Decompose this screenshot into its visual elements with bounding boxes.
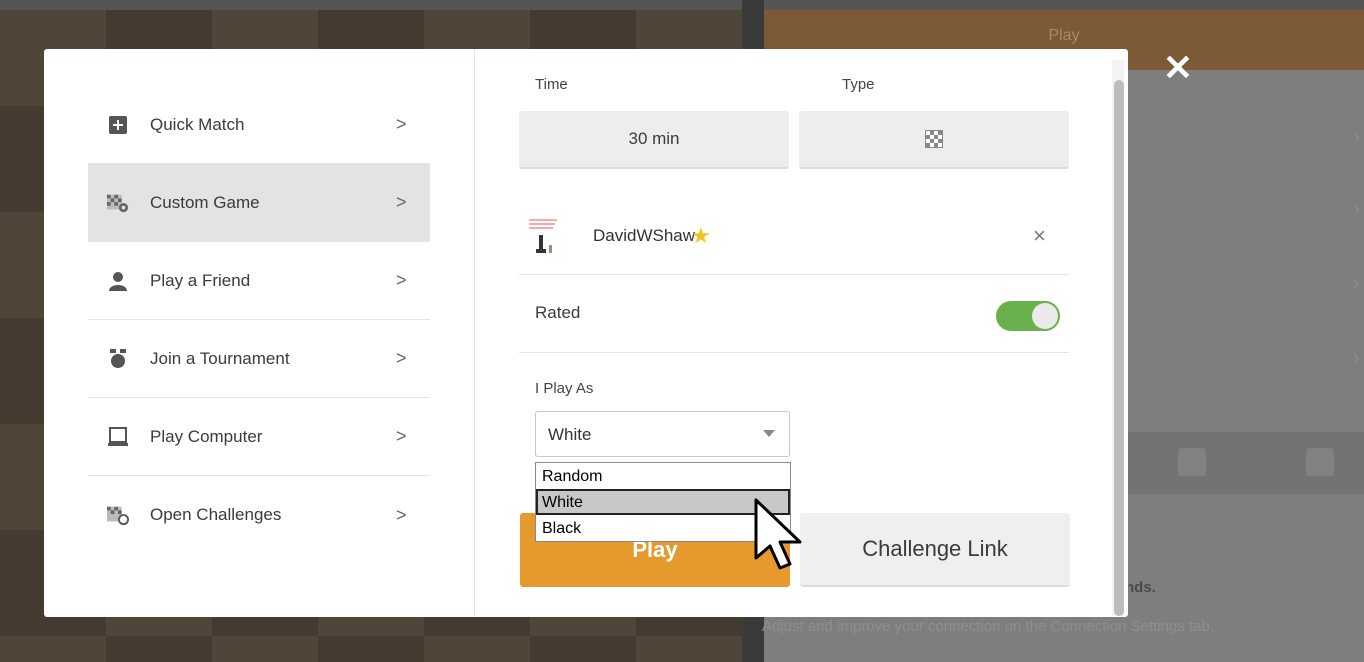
menu-item-label: Join a Tournament <box>150 348 290 368</box>
opponent-name[interactable]: DavidWShaw <box>593 226 695 246</box>
play-as-selected-value: White <box>548 425 592 444</box>
mouse-pointer-icon <box>754 498 802 570</box>
type-label: Type <box>842 76 875 93</box>
chevron-right-icon: > <box>396 348 407 368</box>
menu-item-label: Quick Match <box>150 114 245 134</box>
play-as-select[interactable]: White <box>535 411 790 457</box>
menu-item-label: Open Challenges <box>150 505 282 524</box>
star-icon: ★ <box>691 223 711 248</box>
menu-item-label: Play a Friend <box>150 270 251 290</box>
time-label: Time <box>535 76 568 93</box>
play-as-label: I Play As <box>535 380 594 397</box>
menu-item-play-a-friend[interactable]: Play a Friend > <box>88 242 430 320</box>
menu-item-custom-game[interactable]: Custom Game > <box>88 164 430 242</box>
chevron-right-icon: > <box>396 270 407 290</box>
close-icon[interactable]: ✕ <box>1158 48 1198 88</box>
checkerboard-icon <box>925 130 943 148</box>
rated-label: Rated <box>535 303 581 322</box>
chevron-right-icon: > <box>396 192 407 212</box>
game-mode-menu: Quick Match > Custom Game > Play a Frien… <box>88 86 430 554</box>
plus-square-icon <box>107 114 129 136</box>
game-type-button[interactable] <box>799 111 1069 169</box>
background-chevron-icon: › <box>1352 124 1360 149</box>
toggle-knob <box>1032 303 1058 329</box>
chevron-right-icon: > <box>396 114 407 134</box>
background-chevron-icon: › <box>1352 196 1360 221</box>
menu-item-quick-match[interactable]: Quick Match > <box>88 86 430 164</box>
computer-icon <box>107 426 129 448</box>
menu-item-label: Play Computer <box>150 426 263 446</box>
person-icon <box>107 270 129 292</box>
remove-opponent-icon[interactable]: × <box>1033 223 1046 249</box>
menu-item-label: Custom Game <box>150 192 260 212</box>
chevron-right-icon: > <box>396 504 407 525</box>
opponent-row: DavidWShaw ★ × <box>519 199 1069 275</box>
caret-down-icon <box>763 430 775 437</box>
menu-item-join-tournament[interactable]: Join a Tournament > <box>88 320 430 398</box>
background-piece-icon <box>1178 448 1206 476</box>
dropdown-option-random[interactable]: Random <box>536 463 790 489</box>
time-control-button[interactable]: 30 min <box>519 111 789 169</box>
chevron-right-icon: > <box>396 426 407 446</box>
opponent-avatar <box>527 217 561 257</box>
scrollbar-thumb[interactable] <box>1114 80 1124 616</box>
board-circle-icon <box>107 504 129 526</box>
rated-row: Rated <box>519 275 1069 353</box>
background-top-bar <box>0 0 1364 10</box>
background-chevron-icon: › <box>1352 344 1360 369</box>
rated-toggle[interactable] <box>996 301 1060 331</box>
challenge-link-button[interactable]: Challenge Link <box>800 513 1070 587</box>
menu-item-play-computer[interactable]: Play Computer > <box>88 398 430 476</box>
menu-item-open-challenges[interactable]: Open Challenges > <box>88 476 430 554</box>
background-chevron-icon: › <box>1352 270 1360 295</box>
board-gear-icon <box>107 192 129 214</box>
background-info-text: Adjust and improve your connection on th… <box>762 618 1214 635</box>
column-divider <box>474 49 475 617</box>
background-piece-icon <box>1306 448 1334 476</box>
background-info-bold: nds. <box>1125 579 1156 596</box>
trophy-icon <box>107 348 129 370</box>
